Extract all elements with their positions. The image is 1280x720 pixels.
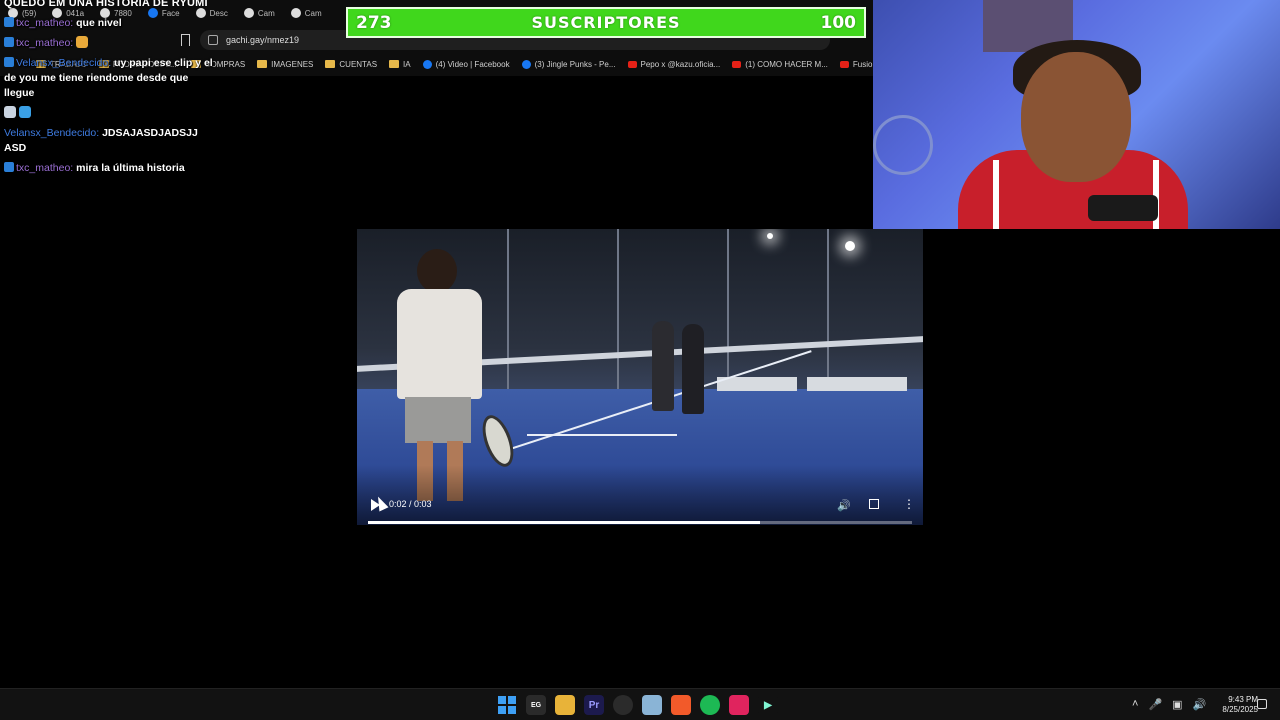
facebook-icon <box>521 59 531 69</box>
windows-taskbar: EG Pr ▶ ˄ 🎤 ▣ 🔊 9:43 PM 8/25/2025 <box>0 688 1280 720</box>
video-progress-fill <box>368 521 760 524</box>
microphone-icon[interactable]: 🎤 <box>1148 698 1162 711</box>
volume-icon[interactable]: 🔊 <box>1193 698 1207 711</box>
chat-text: que nivel <box>76 17 122 29</box>
bookmark-item[interactable]: CUENTAS <box>325 60 377 69</box>
spotify-icon[interactable] <box>700 695 720 715</box>
folder-icon <box>257 60 268 68</box>
sub-badge-icon <box>4 17 14 27</box>
stream-title: QUEDO EM UNA HISTORIA DE RYUMI <box>4 0 208 9</box>
fan-image <box>873 115 933 175</box>
obs-icon[interactable] <box>613 695 633 715</box>
browser-tab[interactable]: Cam <box>236 3 283 23</box>
subscriber-goal-bar: 273 SUSCRIPTORES 100 <box>346 7 866 38</box>
browser-tab[interactable]: Cam <box>283 3 330 23</box>
chat-text: mira la última historia <box>76 162 185 174</box>
bookmark-item[interactable]: (3) Jingle Punks - Pe... <box>521 59 616 69</box>
more-options-icon[interactable]: ⋮ <box>903 497 915 511</box>
near-player <box>397 249 482 501</box>
facebook-icon <box>422 59 432 69</box>
chat-username: Velansx_Bendecido <box>16 57 109 69</box>
notepad-icon[interactable] <box>642 695 662 715</box>
microphone-image <box>1088 195 1158 221</box>
chat-message: txc_matheo: que nivel <box>4 16 219 31</box>
sub-badge-icon <box>4 162 14 172</box>
bookmark-item[interactable]: Pepo x @kazu.oficia... <box>627 60 720 69</box>
youtube-icon <box>839 60 849 68</box>
emote-icon <box>4 106 16 118</box>
youtube-icon <box>627 60 637 68</box>
sub-badge-icon <box>4 37 14 47</box>
chat-message: Velansx_Bendecido: uy papi ese clip y el… <box>4 57 213 99</box>
brave-browser-icon[interactable] <box>671 695 691 715</box>
video-controls: 0:02 / 0:03 🔊 ⋮ <box>357 497 923 513</box>
chat-username: txc_matheo <box>16 37 71 49</box>
player-head <box>417 249 457 293</box>
clock-date: 8/25/2025 <box>1222 705 1258 714</box>
fullscreen-icon[interactable] <box>869 499 879 509</box>
premiere-pro-icon[interactable]: Pr <box>584 695 604 715</box>
streamer-face <box>1021 52 1131 182</box>
folder-icon <box>325 60 336 68</box>
sub-badge-icon <box>4 57 14 67</box>
bookmark-item[interactable]: IMAGENES <box>257 60 313 69</box>
notifications-icon[interactable] <box>1257 699 1267 709</box>
video-player[interactable]: 0:02 / 0:03 🔊 ⋮ <box>357 229 923 525</box>
controls-overlay <box>357 465 923 525</box>
windows-start-icon[interactable] <box>497 695 517 715</box>
chat-message <box>4 106 219 121</box>
goal-label: SUSCRIPTORES <box>531 13 681 32</box>
far-player <box>682 324 704 414</box>
chat-username: txc_matheo <box>16 162 71 174</box>
epic-games-icon[interactable]: EG <box>526 695 546 715</box>
taskbar-clock[interactable]: 9:43 PM 8/25/2025 <box>1208 695 1258 715</box>
streamlabs-icon[interactable]: ▶ <box>758 695 778 715</box>
taskbar-apps: EG Pr ▶ <box>497 695 778 715</box>
clock-time: 9:43 PM <box>1228 695 1258 704</box>
network-icon[interactable]: ▣ <box>1172 698 1182 711</box>
court-light <box>845 241 855 251</box>
emote-icon <box>76 36 89 48</box>
system-tray: ˄ 🎤 ▣ 🔊 <box>1132 698 1206 711</box>
video-progress-bar[interactable] <box>368 521 912 524</box>
site-icon <box>243 8 254 18</box>
tiktok-icon[interactable] <box>729 695 749 715</box>
chat-message: txc_matheo: mira la última historia <box>4 161 219 176</box>
goal-current: 273 <box>356 12 392 33</box>
chat-message: Velansx_Bendecido: JDSAJASDJADSJJ ASD <box>4 127 198 154</box>
court-sign <box>807 377 907 391</box>
court-sign <box>717 377 797 391</box>
chat-message: txc_matheo: <box>4 36 219 51</box>
player-shorts <box>405 397 471 443</box>
bookmark-item[interactable]: IA <box>389 60 411 69</box>
chat-username: Velansx_Bendecido <box>4 127 97 139</box>
chevron-up-icon[interactable]: ˄ <box>1132 698 1138 711</box>
far-player <box>652 321 674 411</box>
bookmark-item[interactable]: (4) Video | Facebook <box>422 59 510 69</box>
shirt-stripe <box>993 160 999 229</box>
player-shirt <box>397 289 482 399</box>
file-explorer-icon[interactable] <box>555 695 575 715</box>
video-time: 0:02 / 0:03 <box>389 499 432 509</box>
court-line <box>527 434 677 436</box>
youtube-icon <box>732 60 742 68</box>
stream-chat: txc_matheo: que nivel txc_matheo: Velans… <box>4 16 219 181</box>
bookmark-item[interactable]: (1) COMO HACER M... <box>732 60 828 69</box>
folder-icon <box>389 60 400 68</box>
volume-icon[interactable]: 🔊 <box>837 499 851 512</box>
chat-username: txc_matheo <box>16 17 71 29</box>
goal-target: 100 <box>820 12 856 33</box>
webcam-feed <box>873 0 1280 229</box>
court-light <box>767 233 773 239</box>
site-icon <box>290 8 301 18</box>
emote-icon <box>18 106 31 118</box>
bookmark-item[interactable]: Fusion Cl <box>839 60 873 69</box>
